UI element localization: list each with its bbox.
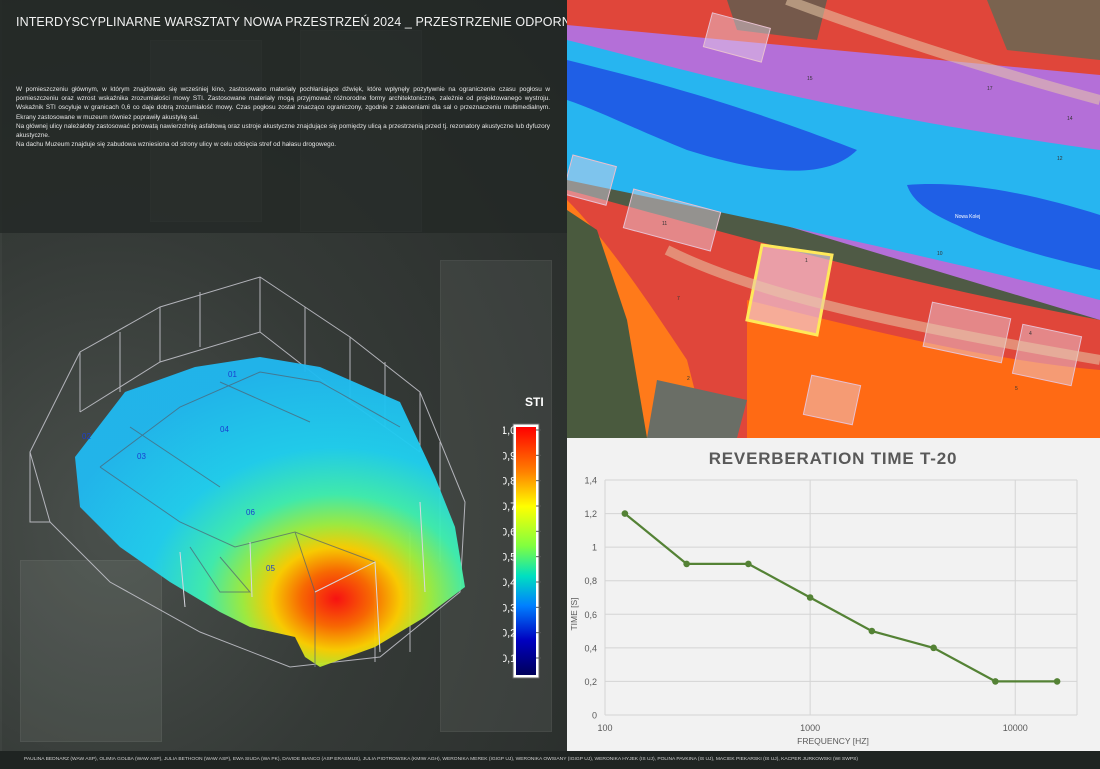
data-point — [621, 510, 629, 517]
receiver-label-06: 06 — [246, 508, 255, 517]
sti-tick-label: 0,4 — [503, 577, 516, 589]
sti-tick-label: 0,9 — [503, 450, 516, 462]
map-label-7: 7 — [677, 296, 680, 302]
y-tick-label: 0 — [592, 711, 597, 721]
map-label-10: 10 — [937, 251, 943, 257]
y-tick-label: 1,2 — [584, 509, 597, 519]
description-text: W pomieszczeniu głównym, w którym znajdo… — [16, 85, 550, 149]
x-tick-label: 100 — [597, 723, 612, 733]
sti-scale-title: STI — [525, 395, 544, 409]
map-label-5: 5 — [1015, 386, 1018, 392]
receiver-label-01: 01 — [228, 370, 237, 379]
sti-tick-label: 0,6 — [503, 526, 516, 538]
map-label-17: 17 — [987, 86, 993, 92]
sti-tick-label: 0,3 — [503, 602, 516, 614]
y-tick-label: 0,6 — [584, 610, 597, 620]
description-paragraph-3: Na dachu Muzeum znajduje się zabudowa wz… — [16, 141, 337, 149]
map-label-2: 2 — [687, 376, 690, 382]
description-paragraph-1: W pomieszczeniu głównym, w którym znajdo… — [16, 86, 550, 121]
y-axis-label: TIME [S] — [569, 597, 579, 630]
sti-tick-label: 0,2 — [503, 628, 516, 640]
series-line — [624, 512, 1058, 683]
data-point — [745, 560, 752, 568]
sti-tick-label: 0,1 — [503, 653, 516, 665]
receiver-label-02: 02 — [82, 432, 91, 441]
map-label-14: 14 — [1067, 116, 1073, 122]
y-tick-label: 1 — [592, 543, 597, 553]
description-paragraph-2: Na głównej ulicy należałoby zastosować p… — [16, 122, 550, 140]
sti-tick-label: 0,8 — [503, 476, 516, 488]
x-axis-label: FREQUENCY [HZ] — [797, 736, 869, 746]
map-label-15: 15 — [807, 76, 813, 82]
map-label-river: Nowa Kolej — [955, 214, 980, 220]
map-label-1: 1 — [805, 258, 808, 264]
page-title: INTERDYSCYPLINARNE WARSZTATY NOWA PRZEST… — [16, 15, 632, 29]
chart-title: REVERBERATION TIME T-20 — [709, 449, 958, 468]
sti-tick-label: 0,7 — [503, 501, 516, 513]
receiver-label-04: 04 — [220, 425, 229, 434]
data-point — [1053, 678, 1061, 685]
sti-tick-label: 0,5 — [503, 552, 516, 564]
x-tick-label: 10000 — [1003, 723, 1028, 733]
data-point — [868, 627, 876, 635]
y-tick-label: 1,4 — [584, 476, 597, 486]
x-tick-label: 1000 — [800, 723, 820, 733]
map-label-11: 11 — [662, 221, 667, 227]
y-tick-label: 0,4 — [584, 643, 597, 653]
data-point — [930, 644, 937, 652]
noise-map: Nowa Kolej 1 2 4 5 7 10 11 12 14 15 17 — [567, 0, 1100, 438]
map-label-12: 12 — [1057, 156, 1063, 162]
data-point — [992, 678, 999, 685]
y-tick-label: 0,8 — [584, 576, 597, 586]
map-label-4: 4 — [1029, 331, 1032, 337]
sti-color-scale: STI 1,0 0,9 0,8 0,7 0,6 0,5 0,4 0,3 0,2 0,1 — [501, 390, 563, 690]
y-tick-label: 0,2 — [584, 677, 597, 687]
reverberation-chart: REVERBERATION TIME T-20 0 0,2 0,4 0,6 0,8 1 1,… — [567, 438, 1100, 751]
authors-footer: PAULINA BEDNARZ (WAW ASP), OLIMIA GOLBA … — [0, 751, 1100, 769]
data-point — [806, 594, 814, 601]
receiver-label-03: 03 — [137, 452, 146, 461]
sti-tick-label: 1,0 — [503, 425, 516, 437]
receiver-label-05: 05 — [266, 564, 275, 573]
room-sti-model: 01 02 03 04 06 05 — [20, 262, 490, 682]
data-point — [683, 560, 690, 568]
